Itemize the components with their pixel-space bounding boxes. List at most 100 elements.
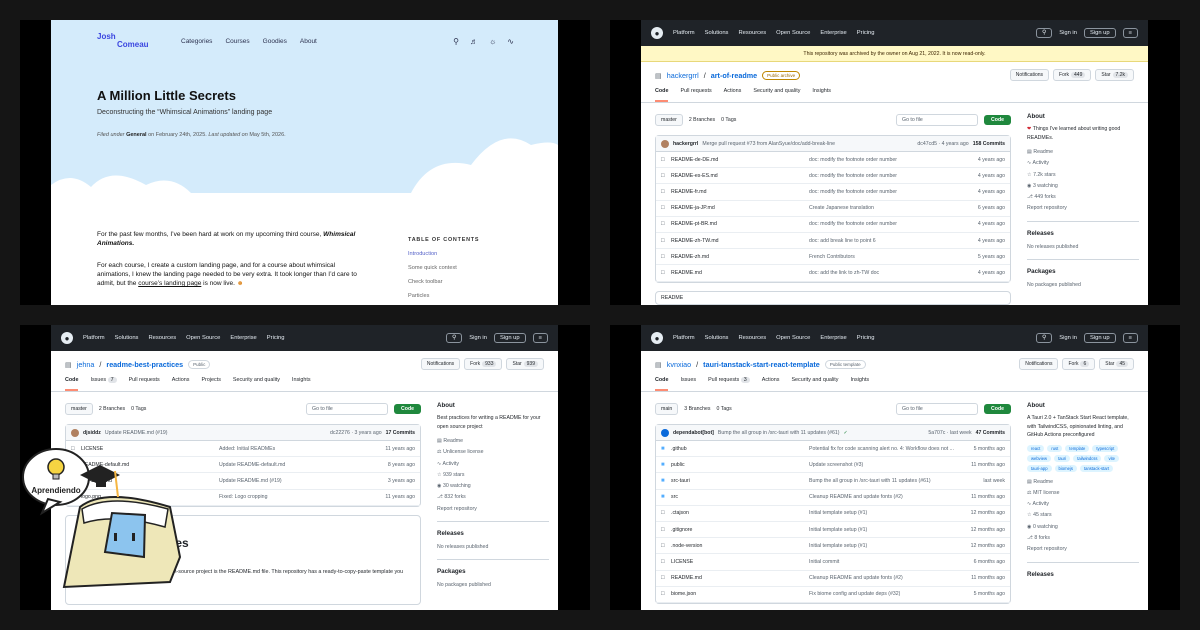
sign-up-button[interactable]: Sign up <box>1083 28 1116 38</box>
report-link[interactable]: Report repository <box>437 504 549 515</box>
tab-insights[interactable]: Insights <box>292 377 311 391</box>
tab-pull-requests[interactable]: Pull requests <box>129 377 160 391</box>
license-link[interactable]: ⚖ MIT license <box>1027 488 1139 499</box>
packages-heading[interactable]: Packages <box>437 568 549 575</box>
file-commit-message[interactable]: French Contributors <box>809 254 965 260</box>
menu-icon[interactable]: ≡ <box>532 333 548 343</box>
toc-link[interactable]: Check toolbar <box>408 275 479 289</box>
file-commit-message[interactable]: doc: modify the footnote order number <box>809 189 965 195</box>
file-name[interactable]: README-pt-BR.md <box>671 221 809 227</box>
go-to-file-input[interactable]: Go to file <box>896 114 979 126</box>
file-row[interactable]: ■ src-tauri Bump the all group in /src-tau… <box>656 473 1010 490</box>
topic-tag[interactable]: rust <box>1047 444 1063 452</box>
file-row[interactable]: □ biome.json Fix biome config and update d… <box>656 587 1010 603</box>
file-row[interactable]: □ README-ja-JP.md Create Japanese translat… <box>656 201 1010 217</box>
file-commit-message[interactable]: Fix biome config and update deps (#32) <box>809 591 965 597</box>
file-name[interactable]: README.md <box>671 270 809 276</box>
file-commit-message[interactable]: Cleanup README and update fonts (#2) <box>809 494 965 500</box>
file-row[interactable]: ■ src Cleanup README and update fonts (#2)… <box>656 490 1010 506</box>
fork-button[interactable]: Fork 6 <box>1062 358 1096 370</box>
landing-page-link[interactable]: course’s landing page <box>138 280 201 287</box>
nav-solutions[interactable]: Solutions <box>705 30 729 36</box>
sign-in-link[interactable]: Sign in <box>1059 30 1077 36</box>
tab-pull-requests[interactable]: Pull requests 3 <box>708 377 750 391</box>
file-row[interactable]: □ README-fr.md doc: modify the footnote or… <box>656 184 1010 201</box>
watchers-link[interactable]: ◉ 3 watching <box>1027 181 1139 192</box>
readme-link[interactable]: ▤ Readme <box>437 436 549 447</box>
nav-platform[interactable]: Platform <box>83 335 105 341</box>
file-name[interactable]: .ctajson <box>671 510 809 516</box>
file-name[interactable]: .gitignore <box>671 527 809 533</box>
forks-link[interactable]: ⎇ 449 forks <box>1027 192 1139 203</box>
file-row[interactable]: □ README.md doc: add the link to zh-TW doc… <box>656 265 1010 282</box>
notifications-button[interactable]: Notifications <box>1009 69 1050 81</box>
nav-platform[interactable]: Platform <box>673 30 695 36</box>
file-commit-message[interactable]: Create Japanese translation <box>809 205 965 211</box>
search-icon[interactable]: ⚲ <box>1035 28 1053 38</box>
releases-heading[interactable]: Releases <box>1027 571 1139 578</box>
toc-link[interactable]: Particles <box>408 289 479 303</box>
commit-message[interactable]: Merge pull request #73 from AlanSyue/doc… <box>702 141 835 147</box>
file-row[interactable]: □ README-de-DE.md doc: modify the footnote… <box>656 152 1010 169</box>
tab-security[interactable]: Security and quality <box>233 377 280 391</box>
tags-link[interactable]: 0 Tags <box>717 406 732 412</box>
file-name[interactable]: README.md <box>671 575 809 581</box>
toc-link[interactable]: Some quick context <box>408 261 479 275</box>
file-row[interactable]: □ README-pt-BR.md doc: modify the footnote… <box>656 217 1010 233</box>
file-row[interactable]: ■ public Update screenshot (#3) 11 months a… <box>656 457 1010 474</box>
stars-link[interactable]: ☆ 939 stars <box>437 470 549 481</box>
file-commit-message[interactable]: Update README-default.md <box>219 462 375 468</box>
file-commit-message[interactable]: doc: add break line to point 6 <box>809 238 965 244</box>
topic-tag[interactable]: tauri-app <box>1027 464 1052 472</box>
file-name[interactable]: src-tauri <box>671 478 809 484</box>
code-button[interactable]: Code <box>394 404 421 414</box>
menu-icon[interactable]: ≡ <box>1122 333 1138 343</box>
report-link[interactable]: Report repository <box>1027 544 1139 555</box>
file-commit-message[interactable]: Initial commit <box>809 559 965 565</box>
commit-message[interactable]: Update README.md (#19) <box>105 430 168 436</box>
watchers-link[interactable]: ◉ 30 watching <box>437 481 549 492</box>
report-link[interactable]: Report repository <box>1027 203 1139 214</box>
readme-link[interactable]: ▤ Readme <box>1027 477 1139 488</box>
file-commit-message[interactable]: Added: Initial READMEs <box>219 446 375 452</box>
code-button[interactable]: Code <box>984 115 1011 125</box>
go-to-file-input[interactable]: Go to file <box>306 403 389 415</box>
file-row[interactable]: □ README-zh-TW.md doc: add break line to p… <box>656 233 1010 250</box>
file-name[interactable]: LICENSE <box>671 559 809 565</box>
repo-name-link[interactable]: art-of-readme <box>711 71 757 80</box>
branches-link[interactable]: 2 Branches <box>99 406 125 412</box>
commits-count[interactable]: 158 Commits <box>973 141 1005 147</box>
stars-link[interactable]: ☆ 7.2k stars <box>1027 170 1139 181</box>
file-commit-message[interactable]: Update README.md (#19) <box>219 478 375 484</box>
nav-enterprise[interactable]: Enterprise <box>820 30 846 36</box>
star-button[interactable]: Star 939 <box>506 358 544 370</box>
file-row[interactable]: □ .gitignore Initial template setup (#1) 12… <box>656 522 1010 539</box>
github-logo-icon[interactable]: ● <box>61 332 73 344</box>
repo-name-link[interactable]: readme-best-practices <box>106 360 183 369</box>
tags-link[interactable]: 0 Tags <box>131 406 146 412</box>
file-name[interactable]: README-zh.md <box>671 254 809 260</box>
forks-link[interactable]: ⎇ 8 forks <box>1027 533 1139 544</box>
nav-solutions[interactable]: Solutions <box>115 335 139 341</box>
license-link[interactable]: ⚖ Unlicense license <box>437 447 549 458</box>
tags-link[interactable]: 0 Tags <box>721 117 736 123</box>
commit-author[interactable]: dependabot[bot] <box>673 430 714 436</box>
file-commit-message[interactable]: doc: modify the footnote order number <box>809 173 965 179</box>
go-to-file-input[interactable]: Go to file <box>896 403 979 415</box>
packages-heading[interactable]: Packages <box>1027 268 1139 275</box>
star-button[interactable]: Star 7.2k <box>1095 69 1134 81</box>
file-commit-message[interactable]: Initial template setup (#1) <box>809 510 965 516</box>
file-commit-message[interactable]: Potential fix for code scanning alert no… <box>809 446 965 452</box>
commit-hash[interactable]: dc22276 · 3 years ago <box>330 430 382 436</box>
topic-tag[interactable]: vite <box>1104 454 1119 462</box>
tab-pull-requests[interactable]: Pull requests <box>680 88 711 102</box>
file-commit-message[interactable]: Initial template setup (#1) <box>809 543 965 549</box>
tab-code[interactable]: Code <box>65 377 79 391</box>
tab-projects[interactable]: Projects <box>201 377 220 391</box>
file-name[interactable]: README-es-ES.md <box>671 173 809 179</box>
nav-open-source[interactable]: Open Source <box>776 30 810 36</box>
topic-tag[interactable]: react <box>1027 444 1045 452</box>
activity-link[interactable]: ∿ Activity <box>1027 158 1139 169</box>
commit-message[interactable]: Bump the all group in /src-tauri with 11… <box>718 430 840 436</box>
file-commit-message[interactable]: Update screenshot (#3) <box>809 462 965 468</box>
